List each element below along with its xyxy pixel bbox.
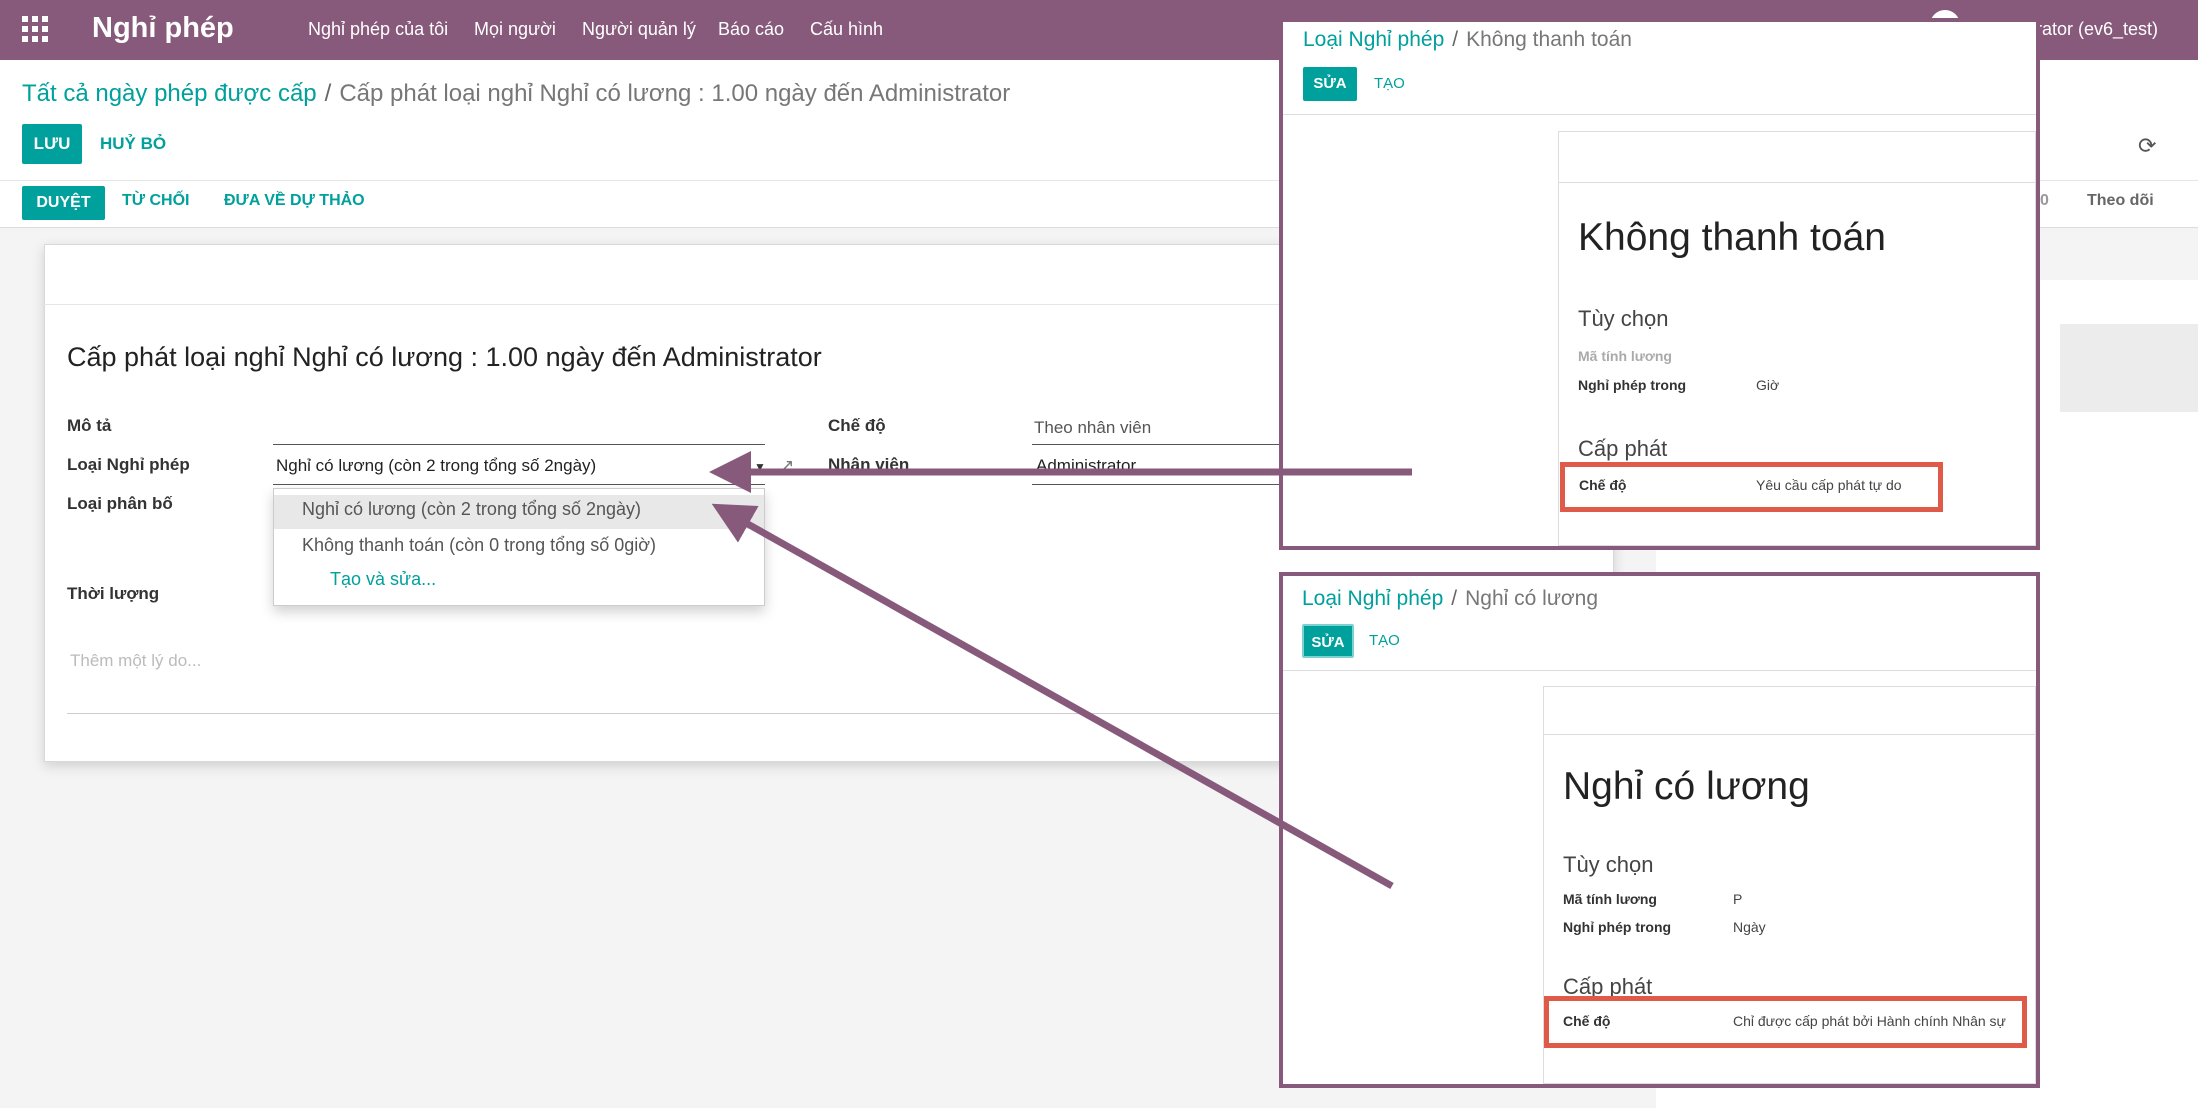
nav-my-leaves[interactable]: Nghỉ phép của tôi — [308, 19, 448, 40]
leave-type-input[interactable]: Nghỉ có lương (còn 2 trong tổng số 2ngày… — [276, 456, 596, 476]
overlay-bottom-payroll-code-value: P — [1733, 891, 1743, 907]
overlay-top-options-section: Tùy chọn — [1578, 306, 1669, 331]
overlay-bottom-breadcrumb-current: Nghỉ có lương — [1465, 587, 1599, 610]
overlay-bottom-mode-label: Chế độ — [1563, 1013, 1611, 1029]
overlay-top-mode-value: Yêu cầu cấp phát tự do — [1756, 477, 1902, 493]
user-menu[interactable]: rator (ev6_test) — [2036, 19, 2158, 40]
nav-everyone[interactable]: Mọi người — [474, 19, 556, 40]
breadcrumb-separator: / — [324, 80, 332, 107]
overlay-bottom-sheet-divider — [1543, 734, 2036, 735]
overlay-top-mode-label: Chế độ — [1579, 477, 1627, 493]
mode-label: Chế độ — [828, 416, 886, 435]
dropdown-option-paid[interactable]: Nghỉ có lương (còn 2 trong tổng số 2ngày… — [302, 499, 641, 520]
duration-label: Thời lượng — [67, 584, 160, 603]
overlay-bottom-breadcrumb: Loại Nghỉ phép / Nghỉ có lương — [1302, 587, 1598, 611]
leave-type-label: Loại Nghỉ phép — [67, 455, 190, 474]
overlay-top-leave-in-value: Giờ — [1756, 377, 1780, 393]
mode-select[interactable]: Theo nhân viên — [1034, 418, 1151, 438]
overlay-top-breadcrumb-current: Không thanh toán — [1466, 28, 1632, 51]
employee-underline — [1032, 484, 1282, 485]
overlay-bottom-title: Nghỉ có lương — [1563, 765, 1810, 808]
discard-button[interactable]: HUỶ BỎ — [100, 134, 166, 154]
refuse-button[interactable]: TỪ CHỐI — [122, 192, 190, 210]
follow-button[interactable]: Theo dõi — [2087, 192, 2154, 210]
overlay-top-payroll-code-label: Mã tính lương — [1578, 348, 1672, 364]
dropdown-create-edit[interactable]: Tạo và sửa... — [330, 569, 436, 590]
overlay-bottom-edit-button[interactable]: SỬA — [1302, 624, 1354, 658]
nav-configuration[interactable]: Cấu hình — [810, 19, 883, 40]
overlay-bottom-leave-in-value: Ngày — [1733, 919, 1766, 935]
apps-menu-icon[interactable] — [22, 16, 48, 42]
description-label: Mô tả — [67, 416, 112, 435]
overlay-bottom-breadcrumb-separator: / — [1451, 587, 1458, 610]
follower-count[interactable]: 0 — [2040, 192, 2049, 210]
employee-input[interactable]: Administrator — [1036, 456, 1136, 476]
breadcrumb-parent-link[interactable]: Tất cả ngày phép được cấp — [22, 80, 317, 107]
overlay-bottom-leave-in-label: Nghỉ phép trong — [1563, 919, 1672, 935]
overlay-top-breadcrumb-parent[interactable]: Loại Nghỉ phép — [1303, 28, 1444, 51]
overlay-top-breadcrumb-separator: / — [1452, 28, 1459, 51]
app-brand[interactable]: Nghỉ phép — [92, 12, 234, 45]
reset-to-draft-button[interactable]: ĐƯA VỀ DỰ THẢO — [224, 192, 365, 210]
overlay-bottom-options-section: Tùy chọn — [1563, 852, 1654, 877]
overlay-top-title: Không thanh toán — [1578, 216, 1886, 259]
overlay-top-breadcrumb: Loại Nghỉ phép / Không thanh toán — [1303, 28, 1632, 52]
overlay-bottom-payroll-code-label: Mã tính lương — [1563, 891, 1657, 907]
overlay-bottom-breadcrumb-parent[interactable]: Loại Nghỉ phép — [1302, 587, 1443, 610]
overlay-bottom-divider — [1283, 670, 2036, 671]
mode-underline — [1032, 444, 1282, 445]
overlay-bottom-create-button[interactable]: TẠO — [1369, 624, 1400, 658]
overlay-top-edit-button[interactable]: SỬA — [1303, 67, 1357, 101]
overlay-top-leave-in-label: Nghỉ phép trong — [1578, 377, 1687, 393]
nav-reports[interactable]: Báo cáo — [718, 19, 784, 40]
refresh-icon[interactable]: ⟳ — [2138, 133, 2156, 159]
overlay-top-allocation-section: Cấp phát — [1578, 436, 1668, 461]
employee-label: Nhân viên — [828, 455, 910, 474]
approve-button[interactable]: DUYỆT — [22, 186, 105, 220]
leave-type-underline — [273, 484, 765, 485]
overlay-top-create-button[interactable]: TẠO — [1374, 67, 1405, 101]
allocation-type-label: Loại phân bố — [67, 494, 173, 513]
breadcrumb-current: Cấp phát loại nghỉ Nghỉ có lương : 1.00 … — [339, 80, 1011, 107]
overlay-top-divider — [1283, 114, 2036, 115]
overlay-top-sheet-divider — [1558, 182, 2036, 183]
breadcrumb: Tất cả ngày phép được cấp / Cấp phát loại … — [22, 80, 1010, 108]
overlay-bottom-mode-value: Chỉ được cấp phát bởi Hành chính Nhân sự — [1733, 1013, 2006, 1029]
dropdown-option-unpaid[interactable]: Không thanh toán (còn 0 trong tổng số 0g… — [302, 535, 656, 556]
form-title: Cấp phát loại nghỉ Nghỉ có lương : 1.00 … — [67, 342, 822, 372]
nav-managers[interactable]: Người quản lý — [582, 19, 696, 40]
external-link-icon[interactable]: ↗ — [780, 456, 794, 476]
save-button[interactable]: LƯU — [22, 124, 82, 164]
chatter-message-row — [2060, 324, 2198, 412]
chevron-down-icon[interactable]: ▼ — [754, 460, 766, 474]
reason-textarea[interactable]: Thêm một lý do... — [70, 651, 201, 671]
description-input[interactable] — [273, 444, 765, 445]
